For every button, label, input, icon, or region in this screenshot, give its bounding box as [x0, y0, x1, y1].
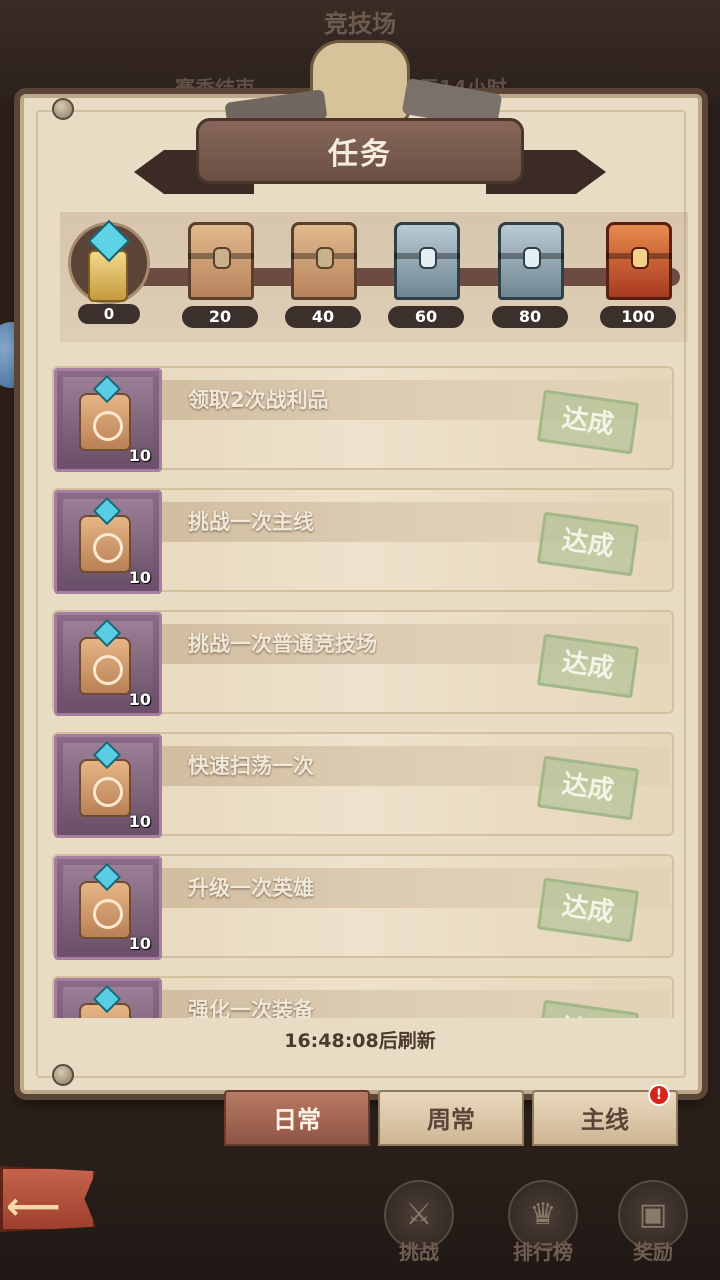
reward-count: 10 — [128, 446, 151, 465]
task-row[interactable]: 10 快速扫荡一次 达成 — [52, 732, 674, 838]
nav-ranking[interactable]: ♛ 排行榜 — [498, 1180, 588, 1276]
task-name: 挑战一次普通竞技场 — [188, 632, 377, 656]
silver-chest-icon[interactable] — [394, 222, 460, 300]
task-row[interactable]: 10 强化一次装备 达成 — [52, 976, 674, 1018]
task-name: 快速扫荡一次 — [188, 754, 314, 778]
task-name: 挑战一次主线 — [188, 510, 314, 534]
back-arrow-icon[interactable]: ⟵ — [6, 1184, 60, 1228]
task-list[interactable]: 10 领取2次战利品 达成 10 挑战一次主线 达成 10 挑战一次普通竞技场 … — [52, 366, 678, 1018]
reward-count: 10 — [128, 568, 151, 587]
milestone-40[interactable]: 40 — [273, 222, 373, 332]
task-name: 领取2次战利品 — [188, 388, 329, 412]
alert-badge: ! — [648, 1084, 670, 1106]
reward-item[interactable]: 10 — [54, 490, 162, 594]
reward-item[interactable]: 10 — [54, 612, 162, 716]
milestone-label: 20 — [182, 306, 258, 328]
tab-main[interactable]: 主线 ! — [532, 1084, 678, 1146]
task-row[interactable]: 10 领取2次战利品 达成 — [52, 366, 674, 472]
background-title: 竞技场 — [324, 10, 396, 38]
panel-title-banner: 任务 — [196, 118, 524, 184]
reward-item[interactable]: 10 — [54, 368, 162, 472]
wood-chest-icon[interactable] — [188, 222, 254, 300]
milestone-20[interactable]: 20 — [170, 222, 270, 332]
wood-chest-icon[interactable] — [291, 222, 357, 300]
task-row[interactable]: 10 挑战一次主线 达成 — [52, 488, 674, 594]
task-name: 升级一次英雄 — [188, 876, 314, 900]
reward-item[interactable]: 10 — [54, 734, 162, 838]
reward-count: 10 — [128, 812, 151, 831]
points-badge: 0 — [64, 218, 154, 326]
milestone-label: 80 — [492, 306, 568, 328]
milestone-label: 40 — [285, 306, 361, 328]
nail-icon — [52, 1064, 74, 1086]
reward-count: 10 — [128, 934, 151, 953]
nav-label: 排行榜 — [513, 1240, 573, 1264]
current-points: 0 — [78, 304, 140, 324]
milestone-label: 60 — [388, 306, 464, 328]
reward-item[interactable]: 10 — [54, 856, 162, 960]
nav-label: 奖励 — [633, 1240, 673, 1264]
tab-daily[interactable]: 日常 — [224, 1090, 370, 1146]
task-tabs: 日常 周常 主线 ! — [224, 1084, 680, 1148]
silver-chest-icon[interactable] — [498, 222, 564, 300]
nav-reward[interactable]: ▣ 奖励 — [608, 1180, 698, 1276]
refresh-timer: 16:48:08后刷新 — [284, 1030, 436, 1052]
task-name: 强化一次装备 — [188, 998, 314, 1018]
reward-count: 10 — [128, 690, 151, 709]
nav-challenge[interactable]: ⚔ 挑战 — [374, 1180, 464, 1276]
task-row[interactable]: 10 挑战一次普通竞技场 达成 — [52, 610, 674, 716]
nail-icon — [52, 98, 74, 120]
milestone-80[interactable]: 80 — [480, 222, 580, 332]
red-chest-icon[interactable] — [606, 222, 672, 300]
milestone-100[interactable]: 100 — [588, 222, 688, 332]
milestone-label: 100 — [600, 306, 676, 328]
panel-title: 任务 — [328, 137, 392, 172]
tab-weekly[interactable]: 周常 — [378, 1090, 524, 1146]
nav-label: 挑战 — [399, 1240, 439, 1264]
task-row[interactable]: 10 升级一次英雄 达成 — [52, 854, 674, 960]
tab-main-label: 主线 — [581, 1106, 629, 1134]
milestone-60[interactable]: 60 — [376, 222, 476, 332]
reward-item[interactable]: 10 — [54, 978, 162, 1018]
